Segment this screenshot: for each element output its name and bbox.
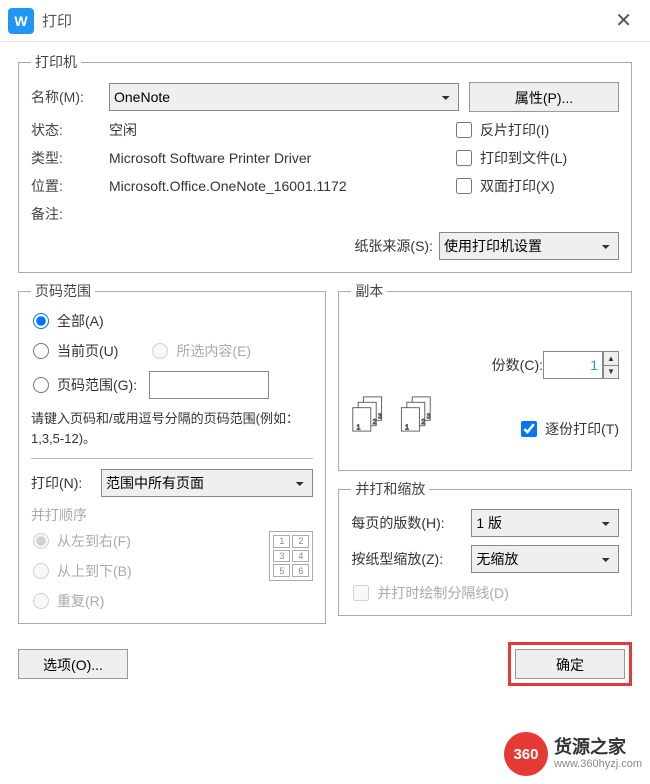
copies-legend: 副本 [351,281,387,301]
spinner-up-icon: ▲ [604,352,618,366]
drawline-label: 并打时绘制分隔线(D) [377,583,508,603]
svg-text:3: 3 [378,412,382,421]
type-label: 类型: [31,148,109,168]
range-pages-label: 页码范围(G): [57,375,137,395]
type-value: Microsoft Software Printer Driver [109,150,454,166]
order-tb-radio [33,563,49,579]
brand-url: www.360hyzj.com [554,758,642,770]
collate-label: 逐份打印(T) [545,419,619,439]
print-what-label: 打印(N): [31,473,101,493]
svg-text:1: 1 [405,422,409,431]
copies-group: 副本 份数(C): ▲ ▼ 3 2 1 3 [338,281,632,471]
options-button[interactable]: 选项(O)... [18,649,128,679]
range-group: 页码范围 全部(A) 当前页(U) 所选内容(E) 页码范围(G): [18,281,326,624]
svg-text:2: 2 [422,417,426,426]
scale-group: 并打和缩放 每页的版数(H): 1 版 按纸型缩放(Z): 无缩放 并打时绘制分… [338,479,632,616]
status-label: 状态: [31,120,109,140]
close-icon[interactable]: ✕ [609,8,638,33]
status-value: 空闲 [109,120,454,140]
inverse-checkbox[interactable] [456,122,472,138]
svg-text:2: 2 [373,417,377,426]
brand-badge: 360 [504,732,548,776]
comment-label: 备注: [31,204,109,224]
location-label: 位置: [31,176,109,196]
printer-name-select[interactable]: OneNote [109,83,459,111]
copies-count-label: 份数(C): [492,355,543,375]
paper-source-select[interactable]: 使用打印机设置 [439,232,619,260]
range-selection-label: 所选内容(E) [176,341,251,361]
copies-spinner[interactable]: ▲ ▼ [603,351,619,379]
brand-name: 货源之家 [554,738,642,758]
svg-text:3: 3 [427,412,431,421]
app-icon: W [8,8,34,34]
range-all-label: 全部(A) [57,311,104,331]
order-tb-label: 从上到下(B) [57,561,132,581]
scaleto-select[interactable]: 无缩放 [471,545,619,573]
inverse-label: 反片打印(I) [480,120,549,140]
order-repeat-label: 重复(R) [57,591,104,611]
order-lr-radio [33,533,49,549]
range-all-radio[interactable] [33,313,49,329]
printer-legend: 打印机 [31,52,81,72]
svg-text:1: 1 [357,422,361,431]
brand-watermark: 360 货源之家 www.360hyzj.com [504,732,642,776]
order-repeat-radio [33,593,49,609]
range-selection-radio [152,343,168,359]
persheet-label: 每页的版数(H): [351,513,471,533]
scale-legend: 并打和缩放 [351,479,429,499]
copies-count-input[interactable] [543,351,603,379]
ok-button[interactable]: 确定 [515,649,625,679]
collate-icon: 3 2 1 3 2 1 [351,389,441,439]
collate-checkbox[interactable] [521,421,537,437]
order-lr-label: 从左到右(F) [57,531,131,551]
range-current-label: 当前页(U) [57,341,118,361]
properties-button[interactable]: 属性(P)... [469,82,619,112]
range-current-radio[interactable] [33,343,49,359]
print-what-select[interactable]: 范围中所有页面 [101,469,313,497]
order-preview-icon: 123456 [269,531,313,581]
persheet-select[interactable]: 1 版 [471,509,619,537]
range-hint: 请键入页码和/或用逗号分隔的页码范围(例如：1,3,5-12)。 [31,409,313,448]
printer-name-label: 名称(M): [31,87,109,107]
printer-group: 打印机 名称(M): OneNote 属性(P)... 状态: 空闲 反片打印(… [18,52,632,273]
location-value: Microsoft.Office.OneNote_16001.1172 [109,178,454,194]
range-pages-radio[interactable] [33,377,49,393]
dialog-title: 打印 [42,10,609,31]
range-legend: 页码范围 [31,281,95,301]
tofile-label: 打印到文件(L) [480,148,567,168]
titlebar: W 打印 ✕ [0,0,650,42]
spinner-down-icon: ▼ [604,366,618,379]
range-pages-input[interactable] [149,371,269,399]
tofile-checkbox[interactable] [456,150,472,166]
drawline-checkbox [353,585,369,601]
duplex-checkbox[interactable] [456,178,472,194]
ok-highlight: 确定 [508,642,632,686]
order-legend: 并打顺序 [31,505,313,525]
duplex-label: 双面打印(X) [480,176,555,196]
paper-source-label: 纸张来源(S): [354,236,433,256]
scaleto-label: 按纸型缩放(Z): [351,549,471,569]
